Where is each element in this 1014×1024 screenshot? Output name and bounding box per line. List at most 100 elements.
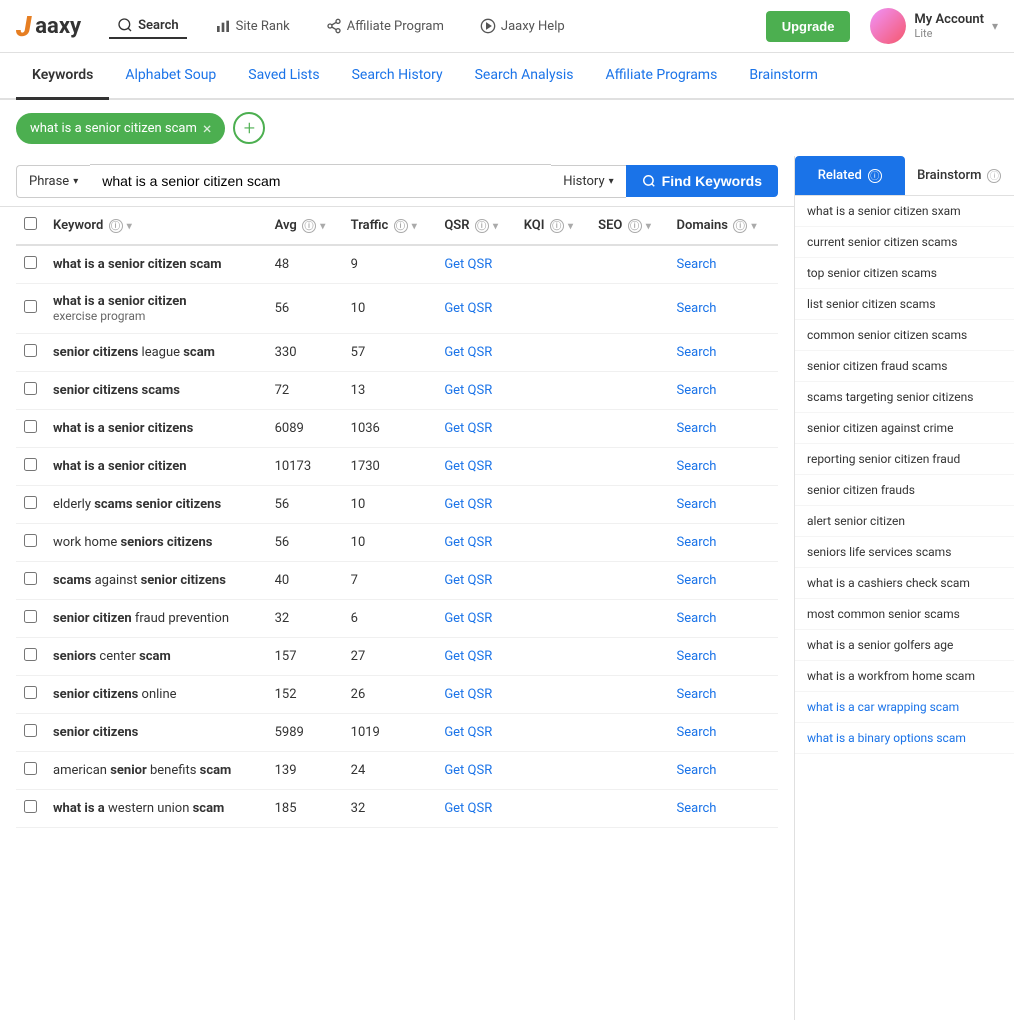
related-item[interactable]: what is a binary options scam — [795, 723, 1014, 754]
avg-info-icon[interactable]: ⓘ — [302, 219, 316, 233]
related-item[interactable]: current senior citizen scams — [795, 227, 1014, 258]
qsr-cell[interactable]: Get QSR — [436, 410, 515, 448]
related-item[interactable]: what is a senior citizen sxam — [795, 196, 1014, 227]
nav-help[interactable]: Jaaxy Help — [472, 14, 573, 38]
qsr-cell[interactable]: Get QSR — [436, 524, 515, 562]
domains-cell[interactable]: Search — [669, 334, 778, 372]
kqi-sort-icon[interactable]: ▾ — [568, 221, 573, 232]
tab-search-history[interactable]: Search History — [336, 53, 459, 100]
related-item[interactable]: senior citizen frauds — [795, 475, 1014, 506]
history-dropdown[interactable]: History ▾ — [551, 165, 625, 198]
tab-alphabet-soup[interactable]: Alphabet Soup — [109, 53, 232, 100]
related-item[interactable]: senior citizen against crime — [795, 413, 1014, 444]
domains-cell[interactable]: Search — [669, 600, 778, 638]
domains-cell[interactable]: Search — [669, 284, 778, 334]
tab-search-analysis[interactable]: Search Analysis — [459, 53, 590, 100]
nav-affiliate[interactable]: Affiliate Program — [318, 14, 452, 38]
qsr-cell[interactable]: Get QSR — [436, 638, 515, 676]
domains-cell[interactable]: Search — [669, 790, 778, 828]
rpanel-tab-related[interactable]: Related ⓘ — [795, 156, 905, 195]
related-item[interactable]: alert senior citizen — [795, 506, 1014, 537]
related-info-icon[interactable]: ⓘ — [868, 169, 882, 183]
row-checkbox[interactable] — [24, 256, 37, 269]
search-tag-close[interactable]: × — [203, 119, 212, 138]
related-item[interactable]: list senior citizen scams — [795, 289, 1014, 320]
qsr-cell[interactable]: Get QSR — [436, 752, 515, 790]
qsr-sort-icon[interactable]: ▾ — [493, 221, 498, 232]
related-item[interactable]: senior citizen fraud scams — [795, 351, 1014, 382]
keyword-sort-icon[interactable]: ▾ — [127, 221, 132, 232]
related-item[interactable]: reporting senior citizen fraud — [795, 444, 1014, 475]
domains-cell[interactable]: Search — [669, 372, 778, 410]
domains-cell[interactable]: Search — [669, 524, 778, 562]
related-item[interactable]: scams targeting senior citizens — [795, 382, 1014, 413]
qsr-cell[interactable]: Get QSR — [436, 284, 515, 334]
find-keywords-button[interactable]: Find Keywords — [626, 165, 778, 197]
seo-sort-icon[interactable]: ▾ — [646, 221, 651, 232]
row-checkbox[interactable] — [24, 648, 37, 661]
tab-affiliate-programs[interactable]: Affiliate Programs — [589, 53, 733, 100]
row-checkbox[interactable] — [24, 496, 37, 509]
row-checkbox[interactable] — [24, 420, 37, 433]
related-item[interactable]: most common senior scams — [795, 599, 1014, 630]
domains-cell[interactable]: Search — [669, 245, 778, 284]
keyword-info-icon[interactable]: ⓘ — [109, 219, 123, 233]
upgrade-button[interactable]: Upgrade — [766, 11, 851, 42]
row-checkbox[interactable] — [24, 800, 37, 813]
nav-siterank[interactable]: Site Rank — [207, 14, 298, 38]
domains-cell[interactable]: Search — [669, 714, 778, 752]
logo[interactable]: Jaaxy — [16, 10, 81, 43]
domains-cell[interactable]: Search — [669, 752, 778, 790]
domains-info-icon[interactable]: ⓘ — [733, 219, 747, 233]
row-checkbox[interactable] — [24, 686, 37, 699]
row-checkbox[interactable] — [24, 572, 37, 585]
seo-info-icon[interactable]: ⓘ — [628, 219, 642, 233]
nav-search[interactable]: Search — [109, 13, 187, 39]
qsr-cell[interactable]: Get QSR — [436, 714, 515, 752]
domains-cell[interactable]: Search — [669, 562, 778, 600]
qsr-cell[interactable]: Get QSR — [436, 676, 515, 714]
kqi-info-icon[interactable]: ⓘ — [550, 219, 564, 233]
my-account[interactable]: My Account Lite ▾ — [870, 8, 998, 44]
domains-cell[interactable]: Search — [669, 410, 778, 448]
phrase-dropdown[interactable]: Phrase ▾ — [16, 165, 90, 198]
avg-sort-icon[interactable]: ▾ — [320, 221, 325, 232]
tab-brainstorm[interactable]: Brainstorm — [733, 53, 834, 100]
add-tag-button[interactable]: + — [233, 112, 265, 144]
related-item[interactable]: what is a cashiers check scam — [795, 568, 1014, 599]
qsr-cell[interactable]: Get QSR — [436, 245, 515, 284]
domains-sort-icon[interactable]: ▾ — [751, 221, 756, 232]
row-checkbox[interactable] — [24, 724, 37, 737]
traffic-info-icon[interactable]: ⓘ — [394, 219, 408, 233]
traffic-sort-icon[interactable]: ▾ — [412, 221, 417, 232]
row-checkbox[interactable] — [24, 344, 37, 357]
keyword-search-input[interactable] — [90, 164, 551, 198]
qsr-cell[interactable]: Get QSR — [436, 448, 515, 486]
row-checkbox[interactable] — [24, 762, 37, 775]
related-item[interactable]: common senior citizen scams — [795, 320, 1014, 351]
row-checkbox[interactable] — [24, 610, 37, 623]
qsr-cell[interactable]: Get QSR — [436, 562, 515, 600]
row-checkbox[interactable] — [24, 300, 37, 313]
related-item[interactable]: what is a senior golfers age — [795, 630, 1014, 661]
related-item[interactable]: what is a car wrapping scam — [795, 692, 1014, 723]
qsr-cell[interactable]: Get QSR — [436, 790, 515, 828]
qsr-cell[interactable]: Get QSR — [436, 334, 515, 372]
domains-cell[interactable]: Search — [669, 676, 778, 714]
domains-cell[interactable]: Search — [669, 448, 778, 486]
domains-cell[interactable]: Search — [669, 486, 778, 524]
qsr-cell[interactable]: Get QSR — [436, 486, 515, 524]
brainstorm-info-icon[interactable]: ⓘ — [987, 169, 1001, 183]
qsr-cell[interactable]: Get QSR — [436, 372, 515, 410]
domains-cell[interactable]: Search — [669, 638, 778, 676]
related-item[interactable]: what is a workfrom home scam — [795, 661, 1014, 692]
rpanel-tab-brainstorm[interactable]: Brainstorm ⓘ — [905, 156, 1014, 195]
select-all-checkbox[interactable] — [24, 217, 37, 230]
qsr-info-icon[interactable]: ⓘ — [475, 219, 489, 233]
qsr-cell[interactable]: Get QSR — [436, 600, 515, 638]
row-checkbox[interactable] — [24, 458, 37, 471]
row-checkbox[interactable] — [24, 534, 37, 547]
related-item[interactable]: seniors life services scams — [795, 537, 1014, 568]
tab-saved-lists[interactable]: Saved Lists — [232, 53, 335, 100]
related-item[interactable]: top senior citizen scams — [795, 258, 1014, 289]
